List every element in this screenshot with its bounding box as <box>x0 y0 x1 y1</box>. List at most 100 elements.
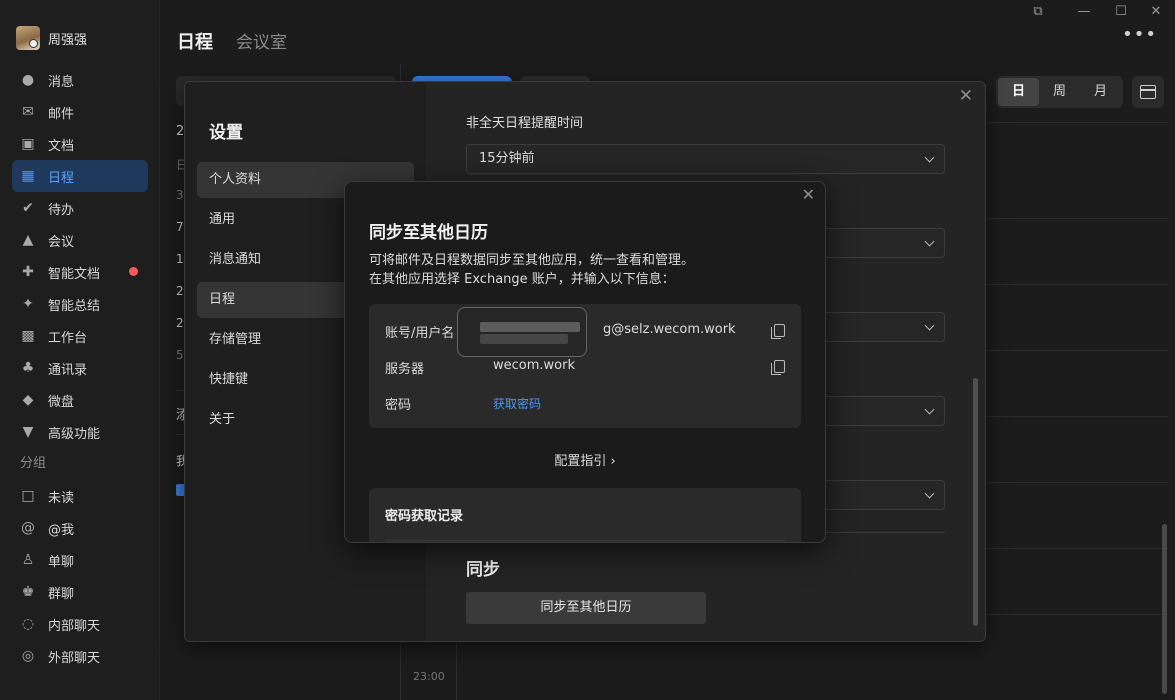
left-sidebar: 周强强 ● 消息 ✉ 邮件 ▣ 文档 ▦ 日程 ✔ 待办 ▲ 会议 ✚ 智能文档 ✦ 智能总结 ▩ 工作台 ♣ 通讯录… <box>0 0 160 700</box>
password-row: 密码 获取密码 <box>385 394 785 414</box>
sidebar-item-label: 外部聊天 <box>48 650 101 666</box>
reminder-label: 非全天日程提醒时间 <box>466 116 584 131</box>
sidebar-item-check-circle[interactable]: ✔ 待办 <box>12 192 148 224</box>
mini-calendar-date[interactable]: 5 <box>176 348 184 362</box>
sidebar-item-mail[interactable]: ✉ 邮件 <box>12 96 148 128</box>
minimize-icon[interactable]: — <box>1076 4 1092 19</box>
sidebar-group-at[interactable]: @ @我 <box>12 512 148 544</box>
redacted-text <box>480 322 580 332</box>
sidebar-item-meeting[interactable]: ▲ 会议 <box>12 224 148 256</box>
user-name: 周强强 <box>48 32 88 48</box>
sidebar-item-label: 会议 <box>48 234 75 250</box>
sidebar-item-contacts-tree[interactable]: ♣ 通讯录 <box>12 352 148 384</box>
sidebar-item-label: 群聊 <box>48 586 75 602</box>
copy-icon[interactable] <box>771 324 785 339</box>
smart-doc-icon: ✚ <box>22 264 34 280</box>
view-switcher: 日 周 月 <box>996 76 1123 108</box>
group-section-title: 分组 <box>20 456 47 471</box>
mini-calendar-date[interactable]: 2 <box>176 284 184 298</box>
sidebar-item-label: 单聊 <box>48 554 75 570</box>
calendar-panel-toggle[interactable] <box>1132 76 1164 108</box>
sidebar-group-internal-chat[interactable]: ◌ 内部聊天 <box>12 608 148 640</box>
view-day-button[interactable]: 日 <box>998 78 1039 106</box>
chevron-down-icon <box>924 152 935 163</box>
sidebar-item-advanced-v[interactable]: ▼ 高级功能 <box>12 416 148 448</box>
reminder-value: 15分钟前 <box>479 151 535 166</box>
single-chat-icon: ♙ <box>21 552 35 568</box>
user-profile[interactable]: 周强强 <box>16 25 87 51</box>
chevron-down-icon <box>924 236 935 247</box>
settings-scrollbar[interactable] <box>973 378 978 626</box>
server-value: wecom.work <box>493 358 575 373</box>
meeting-icon: ▲ <box>22 232 34 248</box>
unread-icon: □ <box>21 488 35 504</box>
account-label: 账号/用户名 <box>385 326 455 341</box>
avatar[interactable] <box>16 26 40 50</box>
modal-description: 可将邮件及日程数据同步至其他应用，统一查看和管理。 <box>369 253 695 268</box>
mini-calendar-date[interactable]: 3 <box>176 188 184 202</box>
check-circle-icon: ✔ <box>22 200 34 216</box>
sidebar-item-chat-bubble[interactable]: ● 消息 <box>12 64 148 96</box>
account-value: g@selz.wecom.work <box>603 322 736 337</box>
chat-bubble-icon: ● <box>21 72 35 88</box>
sidebar-item-sparkle[interactable]: ✦ 智能总结 <box>12 288 148 320</box>
drive-cube-icon: ◆ <box>22 392 34 408</box>
tab-schedule[interactable]: 日程 <box>177 28 213 54</box>
sidebar-item-label: 智能总结 <box>48 298 101 314</box>
sync-to-other-calendar-button[interactable]: 同步至其他日历 <box>466 592 706 624</box>
calendar-icon: ▦ <box>21 168 35 184</box>
view-week-button[interactable]: 周 <box>1039 78 1080 106</box>
sidebar-item-label: 邮件 <box>48 106 75 122</box>
sync-calendar-modal: ✕ 同步至其他日历 可将邮件及日程数据同步至其他应用，统一查看和管理。 在其他应… <box>344 181 826 543</box>
mini-calendar-date[interactable]: 7 <box>176 220 184 234</box>
get-password-link[interactable]: 获取密码 <box>493 395 541 412</box>
sidebar-item-label: 智能文档 <box>48 266 101 282</box>
sidebar-group-single-chat[interactable]: ♙ 单聊 <box>12 544 148 576</box>
modal-close-icon[interactable]: ✕ <box>802 185 815 204</box>
sidebar-item-workbench-grid[interactable]: ▩ 工作台 <box>12 320 148 352</box>
sidebar-item-label: 通讯录 <box>48 362 88 378</box>
view-month-button[interactable]: 月 <box>1080 78 1121 106</box>
redacted-text <box>480 334 568 344</box>
internal-chat-icon: ◌ <box>21 616 35 632</box>
chevron-down-icon <box>924 404 935 415</box>
settings-close-icon[interactable]: ✕ <box>959 86 973 106</box>
at-icon: @ <box>21 520 35 536</box>
mail-icon: ✉ <box>22 104 34 120</box>
sidebar-item-drive-cube[interactable]: ◆ 微盘 <box>12 384 148 416</box>
close-window-icon[interactable]: ✕ <box>1148 4 1164 19</box>
server-row: 服务器 wecom.work <box>385 358 785 378</box>
modal-description: 在其他应用选择 Exchange 账户，并输入以下信息： <box>369 272 675 287</box>
app-window: 周强强 ● 消息 ✉ 邮件 ▣ 文档 ▦ 日程 ✔ 待办 ▲ 会议 ✚ 智能文档 ✦ 智能总结 ▩ 工作台 ♣ 通讯录… <box>0 0 1175 700</box>
more-options-icon[interactable]: ••• <box>1122 24 1157 45</box>
record-divider <box>385 540 785 541</box>
sparkle-icon: ✦ <box>22 296 34 312</box>
calendar-scrollbar[interactable] <box>1162 524 1167 694</box>
sync-section-title: 同步 <box>466 560 500 580</box>
external-chat-icon: ◎ <box>21 648 35 664</box>
sidebar-group-group-chat[interactable]: ♚ 群聊 <box>12 576 148 608</box>
settings-title: 设置 <box>209 123 243 143</box>
workbench-grid-icon: ▩ <box>21 328 35 344</box>
tab-meeting-room[interactable]: 会议室 <box>236 28 287 53</box>
sidebar-item-label: 消息 <box>48 74 75 90</box>
sidebar-item-smart-doc[interactable]: ✚ 智能文档 <box>12 256 148 288</box>
time-column-divider <box>456 644 457 700</box>
maximize-icon[interactable]: ☐ <box>1113 4 1129 19</box>
config-guide-link[interactable]: 配置指引 › <box>345 450 825 469</box>
chevron-down-icon <box>924 488 935 499</box>
sidebar-group-external-chat[interactable]: ◎ 外部聊天 <box>12 640 148 672</box>
pin-window-icon[interactable]: ⧉ <box>1030 4 1046 19</box>
advanced-v-icon: ▼ <box>22 424 34 440</box>
sidebar-item-label: 高级功能 <box>48 426 101 442</box>
sidebar-item-document[interactable]: ▣ 文档 <box>12 128 148 160</box>
sidebar-item-label: 未读 <box>48 490 75 506</box>
chevron-down-icon <box>924 320 935 331</box>
reminder-select[interactable]: 15分钟前 <box>466 144 945 174</box>
sidebar-item-label: @我 <box>48 522 75 538</box>
redaction-overlay <box>457 307 587 357</box>
copy-icon[interactable] <box>771 360 785 375</box>
sidebar-item-calendar[interactable]: ▦ 日程 <box>12 160 148 192</box>
sidebar-group-unread[interactable]: □ 未读 <box>12 480 148 512</box>
sidebar-item-label: 微盘 <box>48 394 75 410</box>
